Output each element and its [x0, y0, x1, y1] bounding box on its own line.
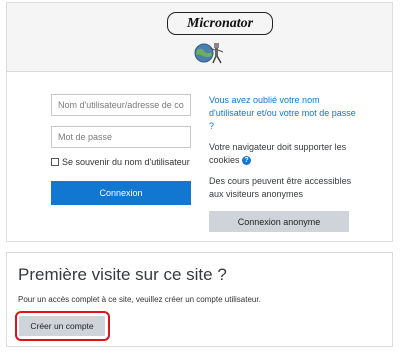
site-logo[interactable]: Micronator — [167, 12, 273, 35]
guest-login-button[interactable]: Connexion anonyme — [209, 211, 349, 232]
cookies-notice: Votre navigateur doit supporter les cook… — [209, 141, 357, 167]
create-account-button[interactable]: Créer un compte — [19, 316, 105, 336]
login-info: Vous avez oublié votre nom d'utilisateur… — [209, 94, 357, 201]
logo-text: Micronator — [186, 15, 254, 31]
forgot-password-link[interactable]: Vous avez oublié votre nom d'utilisateur… — [209, 94, 357, 133]
signup-title: Première visite sur ce site ? — [18, 265, 227, 284]
remember-checkbox[interactable] — [51, 158, 59, 166]
site-header: Micronator — [7, 3, 392, 72]
globe-robot-icon — [194, 43, 224, 64]
login-card: Micronator Se souvenir du nom d'utilisat… — [6, 2, 393, 242]
cookies-text: Votre navigateur doit supporter les cook… — [209, 142, 347, 165]
username-input[interactable] — [51, 94, 191, 116]
help-icon[interactable]: ? — [242, 156, 252, 166]
remember-label: Se souvenir du nom d'utilisateur — [62, 157, 190, 167]
guest-notice: Des cours peuvent être accessibles aux v… — [209, 176, 352, 199]
login-button[interactable]: Connexion — [51, 181, 191, 205]
signup-description: Pour un accès complet à ce site, veuille… — [18, 295, 261, 304]
signup-card: Première visite sur ce site ? Pour un ac… — [6, 252, 393, 347]
password-input[interactable] — [51, 126, 191, 148]
remember-username[interactable]: Se souvenir du nom d'utilisateur — [51, 157, 190, 167]
